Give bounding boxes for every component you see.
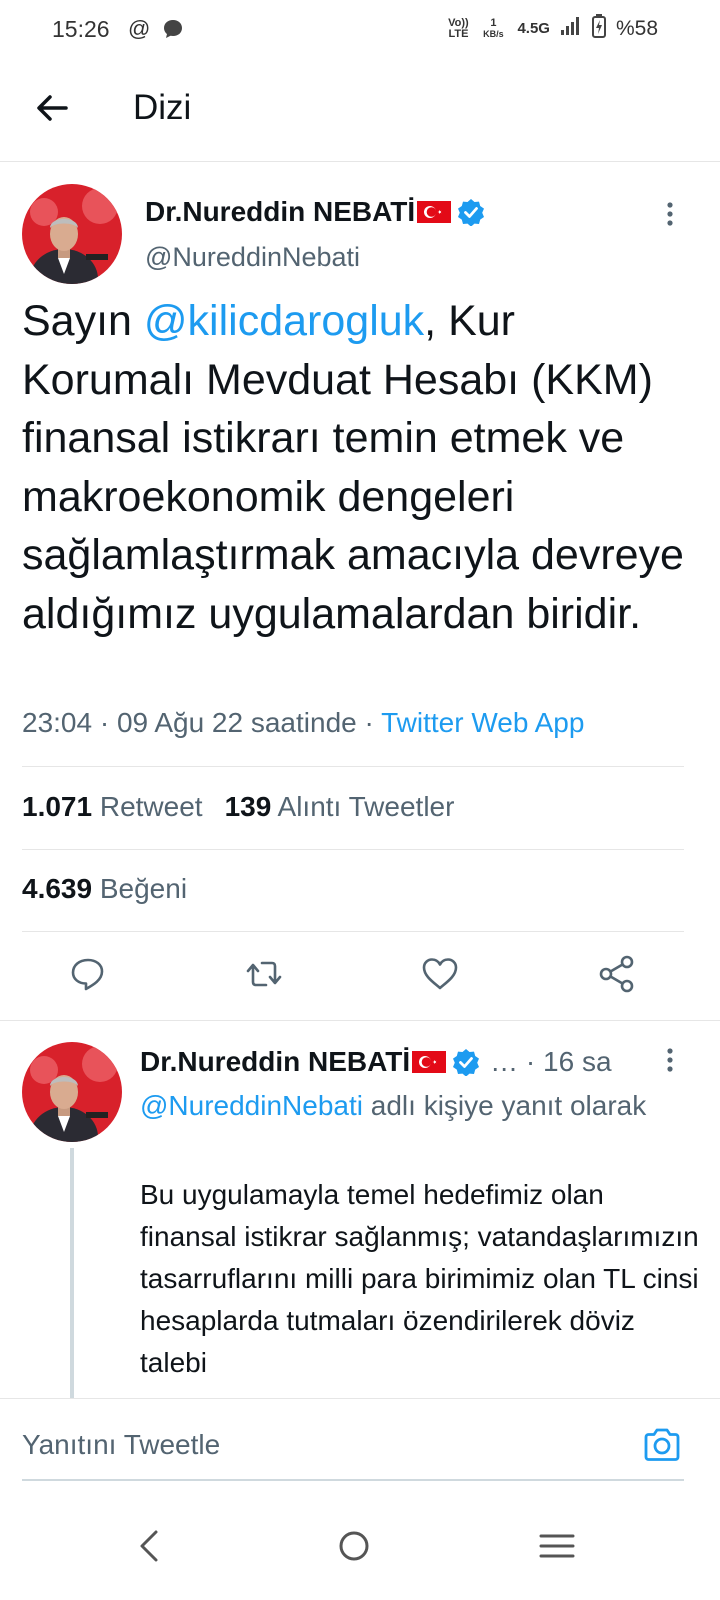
signal-icon — [560, 16, 582, 41]
at-icon: @ — [128, 16, 151, 41]
verified-badge-icon — [458, 199, 485, 226]
turkey-flag-icon — [417, 201, 452, 223]
likes-stat[interactable]: 4.639 Beğeni — [22, 873, 187, 905]
volte-indicator: Vo)) LTE — [448, 16, 469, 40]
tweet-source-link[interactable]: Twitter Web App — [381, 707, 584, 738]
replying-to-handle-link[interactable]: @NureddinNebati — [140, 1090, 363, 1121]
tweet-actions — [0, 944, 720, 1008]
nav-home-icon[interactable] — [332, 1524, 376, 1568]
avatar[interactable] — [22, 1042, 122, 1142]
tweet-timestamp[interactable]: 23:04 · 09 Ağu 22 saatinde · — [22, 707, 381, 738]
reply-compose-bar: Yanıtını Tweetle — [0, 1398, 720, 1498]
more-options-icon[interactable] — [658, 196, 682, 236]
author-name[interactable]: Dr.Nureddin NEBATİ — [145, 196, 485, 228]
verified-badge-icon — [453, 1049, 480, 1076]
reply-input[interactable]: Yanıtını Tweetle — [22, 1429, 220, 1461]
status-bar: 15:26 @ Vo)) LTE 1 KB/s 4.5G %58 — [0, 0, 720, 62]
share-icon[interactable] — [597, 954, 637, 994]
camera-icon[interactable] — [640, 1423, 684, 1467]
nav-back-icon[interactable] — [128, 1524, 172, 1568]
reply-author-name[interactable]: Dr.Nureddin NEBATİ… · 16 sa — [140, 1046, 612, 1078]
data-speed: 1 KB/s — [483, 16, 504, 39]
retweet-icon[interactable] — [244, 954, 284, 994]
like-heart-icon[interactable] — [420, 954, 460, 994]
author-handle[interactable]: @NureddinNebati — [145, 242, 360, 273]
back-arrow-icon[interactable] — [30, 86, 74, 130]
handle-ellipsis: … — [490, 1046, 519, 1077]
top-app-bar: Dizi — [0, 62, 720, 162]
input-underline — [22, 1479, 684, 1481]
more-options-icon[interactable] — [658, 1042, 682, 1082]
section-divider — [0, 1020, 720, 1021]
reply-icon[interactable] — [68, 954, 108, 994]
avatar[interactable] — [22, 184, 122, 284]
nav-recents-icon[interactable] — [535, 1524, 579, 1568]
page-title: Dizi — [133, 88, 192, 127]
tweet-metadata: 23:04 · 09 Ağu 22 saatinde · Twitter Web… — [22, 707, 584, 739]
divider — [22, 766, 684, 767]
status-time: 15:26 — [52, 16, 110, 42]
divider — [22, 849, 684, 850]
battery-level: %58 — [615, 16, 658, 40]
turkey-flag-icon — [412, 1051, 447, 1073]
reply-tweet-text: Bu uygulamayla temel hedefimiz olan fina… — [140, 1179, 699, 1378]
quotes-stat[interactable]: 139 Alıntı Tweetler — [225, 791, 455, 822]
reply-timestamp[interactable]: · 16 sa — [518, 1046, 612, 1077]
divider — [22, 931, 684, 932]
tweet-text: Sayın @kilicdarogluk, Kur Korumalı Mevdu… — [22, 297, 684, 638]
system-nav-bar — [0, 1498, 720, 1600]
replying-to: @NureddinNebati adlı kişiye yanıt olarak — [140, 1090, 647, 1121]
chat-bubble-icon — [162, 18, 184, 46]
network-type: 4.5G — [517, 20, 550, 37]
engagement-stats: 1.071 Retweet 139 Alıntı Tweetler — [22, 791, 454, 823]
thread-line — [70, 1148, 74, 1398]
retweets-stat[interactable]: 1.071 Retweet — [22, 791, 203, 822]
battery-icon — [591, 14, 606, 43]
mention-link[interactable]: @kilicdarogluk — [144, 297, 424, 345]
